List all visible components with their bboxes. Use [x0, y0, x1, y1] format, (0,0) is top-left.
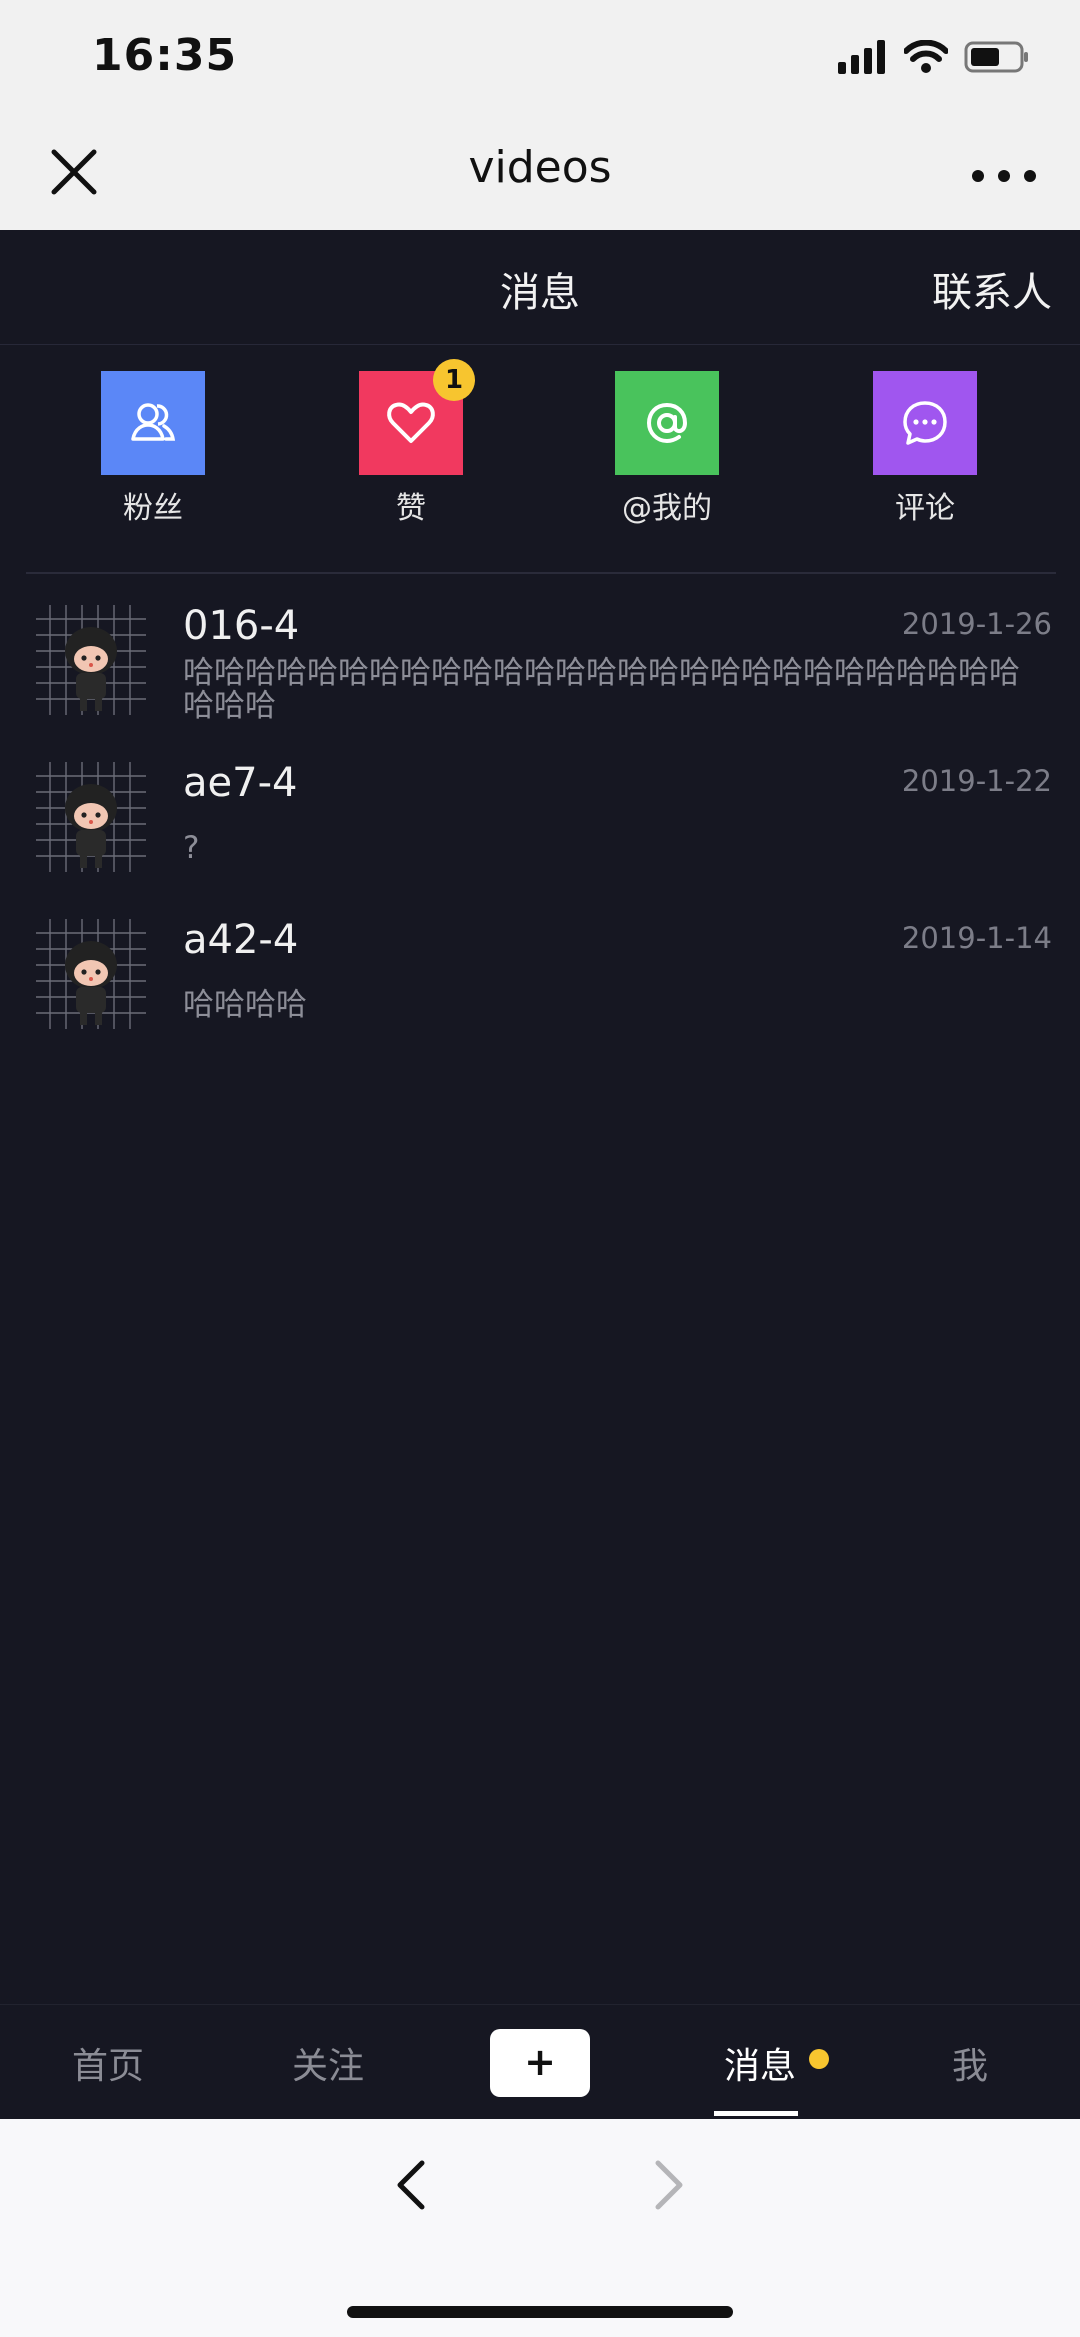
unread-dot — [809, 2049, 829, 2069]
home-indicator — [347, 2306, 733, 2318]
page-title: videos — [468, 142, 612, 193]
category-label: @我的 — [622, 491, 712, 526]
signal-icon — [838, 40, 885, 74]
create-button[interactable]: + — [490, 2029, 590, 2097]
message-sender: ae7-4 — [183, 760, 298, 806]
status-time: 16:35 — [92, 30, 238, 81]
category-likes[interactable]: 1 赞 — [326, 359, 496, 527]
header-title: 消息 — [500, 270, 580, 316]
status-bar: 16:35 — [0, 0, 1080, 120]
tab-follow[interactable]: 关注 — [292, 2037, 364, 2089]
message-date: 2019-1-22 — [901, 764, 1052, 798]
tab-home[interactable]: 首页 — [72, 2037, 144, 2089]
message-list: 016-4 2019-1-26 哈哈哈哈哈哈哈哈哈哈哈哈哈哈哈哈哈哈哈哈哈哈哈哈… — [0, 585, 1080, 1056]
forward-arrow-icon[interactable] — [636, 2155, 696, 2215]
battery-icon — [964, 41, 1028, 73]
status-icons — [838, 36, 1030, 78]
at-icon — [615, 371, 719, 475]
category-label: 赞 — [396, 491, 426, 526]
message-sender: a42-4 — [183, 917, 299, 963]
divider — [26, 572, 1056, 574]
message-preview: 哈哈哈哈 — [183, 987, 307, 1023]
wifi-icon — [904, 40, 948, 73]
app-header: 消息 联系人 — [0, 230, 1080, 345]
category-label: 评论 — [895, 491, 955, 526]
likes-badge: 1 — [433, 359, 475, 401]
category-mentions[interactable]: @我的 — [582, 371, 752, 527]
tab-me[interactable]: 我 — [952, 2037, 988, 2089]
comment-icon — [873, 371, 977, 475]
more-options-icon[interactable] — [972, 164, 1036, 188]
browser-title-bar: videos — [0, 120, 1080, 230]
category-comments[interactable]: 评论 — [840, 371, 1010, 527]
tab-bar: 首页 关注 + 消息 我 — [0, 2004, 1080, 2119]
message-item[interactable]: 016-4 2019-1-26 哈哈哈哈哈哈哈哈哈哈哈哈哈哈哈哈哈哈哈哈哈哈哈哈… — [0, 585, 1080, 742]
heart-icon: 1 — [359, 359, 475, 475]
category-fans[interactable]: 粉丝 — [68, 371, 238, 527]
fans-icon — [101, 371, 205, 475]
contacts-link[interactable]: 联系人 — [932, 260, 1052, 318]
active-tab-indicator — [714, 2111, 798, 2116]
avatar — [36, 762, 146, 872]
message-date: 2019-1-26 — [901, 607, 1052, 641]
message-sender: 016-4 — [183, 603, 300, 649]
tab-messages[interactable]: 消息 — [724, 2037, 796, 2089]
message-date: 2019-1-14 — [901, 921, 1052, 955]
message-preview: ? — [183, 830, 200, 866]
message-preview: 哈哈哈哈哈哈哈哈哈哈哈哈哈哈哈哈哈哈哈哈哈哈哈哈哈哈哈哈哈哈 — [183, 655, 1020, 724]
category-row: 粉丝 1 赞 @我的 评论 — [0, 345, 1080, 573]
message-item[interactable]: a42-4 2019-1-14 哈哈哈哈 — [0, 899, 1080, 1056]
browser-bottom-bar — [0, 2119, 1080, 2337]
message-item[interactable]: ae7-4 2019-1-22 ? — [0, 742, 1080, 899]
category-label: 粉丝 — [123, 491, 183, 526]
avatar — [36, 919, 146, 1029]
avatar — [36, 605, 146, 715]
back-arrow-icon[interactable] — [384, 2155, 444, 2215]
